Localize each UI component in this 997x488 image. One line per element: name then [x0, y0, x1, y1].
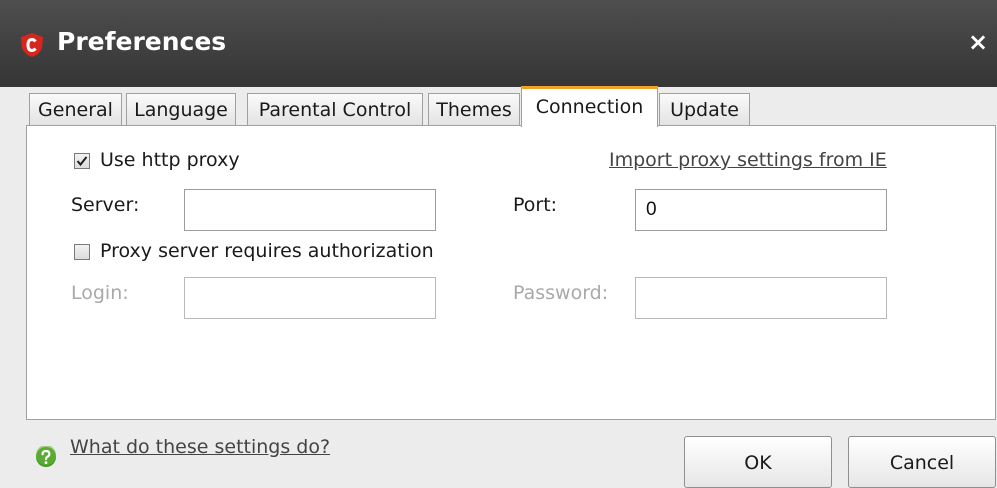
tab-label: Themes: [436, 99, 512, 121]
use-proxy-checkbox[interactable]: [74, 153, 90, 169]
server-label: Server:: [71, 194, 140, 216]
tab-label: Connection: [535, 96, 644, 118]
port-label: Port:: [513, 194, 558, 216]
port-input[interactable]: [635, 189, 887, 231]
tab-language[interactable]: Language: [126, 93, 236, 125]
title-bar: Preferences ×: [0, 0, 997, 87]
help-link[interactable]: What do these settings do?: [70, 436, 330, 458]
close-icon[interactable]: ×: [968, 28, 988, 56]
tab-parental-control[interactable]: Parental Control: [247, 93, 423, 125]
tab-label: Parental Control: [258, 99, 412, 121]
proxy-auth-label[interactable]: Proxy server requires authorization: [100, 240, 434, 262]
window-title: Preferences: [57, 27, 227, 56]
checkmark-icon: [76, 156, 88, 167]
tab-label: Language: [134, 99, 228, 121]
ok-button[interactable]: OK: [684, 436, 832, 488]
cancel-button[interactable]: Cancel: [848, 436, 996, 488]
login-label: Login:: [71, 282, 129, 304]
login-input[interactable]: [184, 277, 436, 319]
proxy-auth-checkbox[interactable]: [74, 244, 90, 260]
app-logo-icon: [21, 33, 43, 57]
tab-label: General: [38, 99, 113, 121]
password-label: Password:: [513, 282, 609, 304]
import-proxy-link[interactable]: Import proxy settings from IE: [609, 149, 887, 171]
password-input[interactable]: [635, 277, 887, 319]
server-input[interactable]: [184, 189, 436, 231]
connection-panel: Use http proxy Import proxy settings fro…: [26, 125, 996, 420]
use-proxy-label[interactable]: Use http proxy: [100, 149, 240, 171]
help-icon[interactable]: [35, 446, 57, 468]
tab-label: Update: [670, 99, 739, 121]
tab-update[interactable]: Update: [659, 93, 750, 125]
tab-themes[interactable]: Themes: [428, 93, 520, 125]
tab-connection[interactable]: Connection: [521, 86, 658, 127]
tab-general[interactable]: General: [29, 93, 122, 125]
